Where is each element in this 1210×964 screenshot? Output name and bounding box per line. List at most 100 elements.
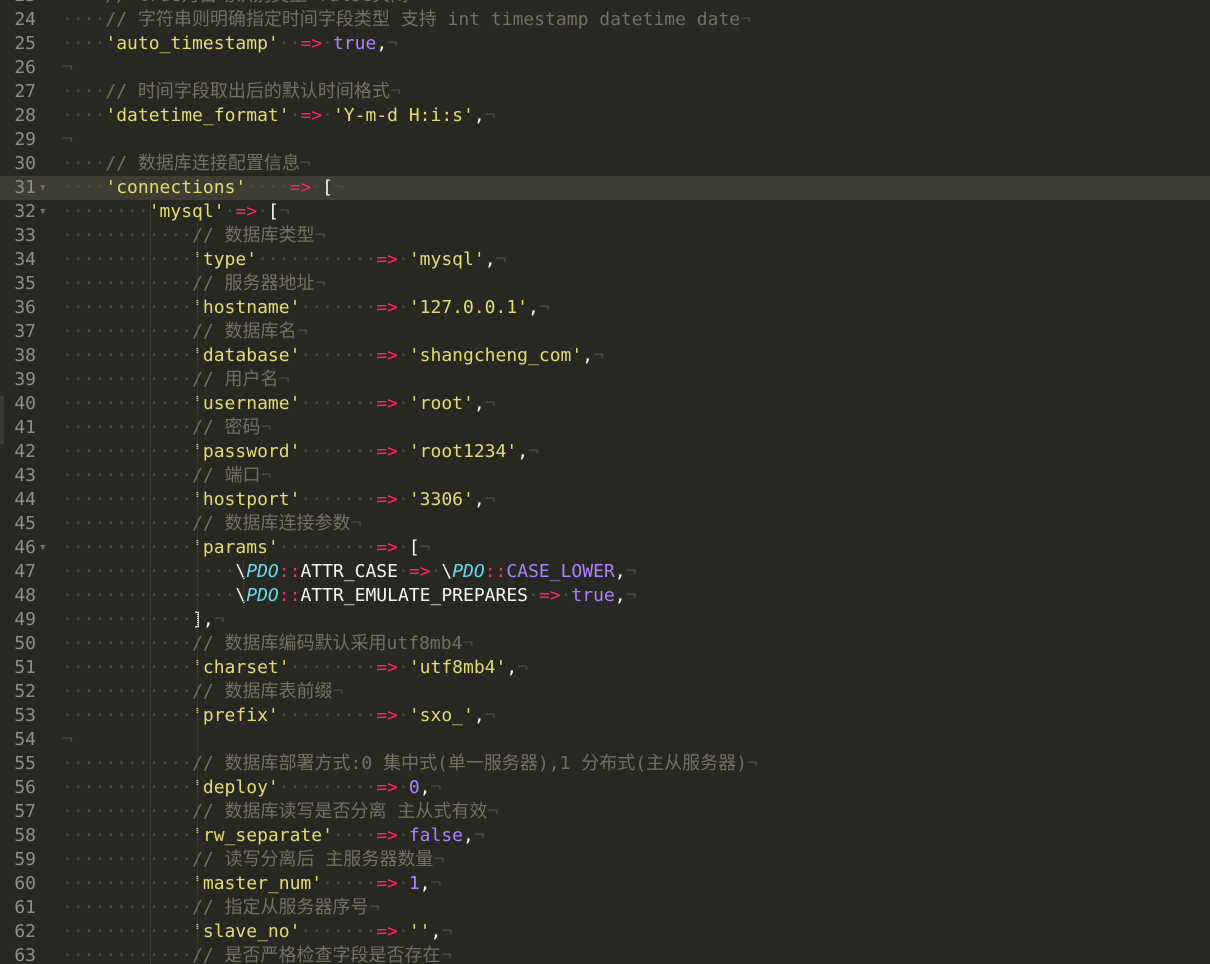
code-line[interactable]: 52 ············// 数据库表前缀¬ [0,680,1210,704]
newline-marker: ¬ [441,921,453,942]
code-line[interactable]: 53 ············'prefix'·········=>·'sxo_'… [0,704,1210,728]
code-line[interactable]: 31 ▼ ····'connections'····=>·[¬ [0,176,1210,200]
code-token: · [397,777,409,798]
code-token: // 时间字段取出后的默认时间格式 [105,81,390,102]
code-token: 0 [408,777,420,798]
code-line[interactable]: 50 ············// 数据库编码默认采用utf8mb4¬ [0,632,1210,656]
newline-marker: ¬ [299,153,311,174]
fold-arrow-icon[interactable]: ▼ [40,176,45,200]
newline-marker: ¬ [278,369,290,390]
code-line[interactable]: 23 ····// true为自动识别类型 false关闭¬ [0,0,1210,8]
code-line[interactable]: 25 ····'auto_timestamp'··=>·true,¬ [0,32,1210,56]
code-token: PDO [246,585,279,606]
line-number: 33 [14,225,36,246]
indent-whitespace: ············ [62,633,193,654]
code-token: · [322,33,333,54]
code-line[interactable]: 41 ············// 密码¬ [0,416,1210,440]
code-token: :: [278,585,301,606]
code-line[interactable]: 61 ············// 指定从服务器序号¬ [0,896,1210,920]
code-line[interactable]: 28 ····'datetime_format'·=>·'Y-m-d H:i:s'… [0,104,1210,128]
code-line[interactable]: 35 ············// 服务器地址¬ [0,272,1210,296]
code-line[interactable]: 49 ············],¬ [0,608,1210,632]
code-line[interactable]: 33 ············// 数据库类型¬ [0,224,1210,248]
code-token: · [560,585,572,606]
code-token: false [408,825,464,846]
code-text: ················\PDO::ATTR_EMULATE_PREPA… [62,584,636,608]
code-line[interactable]: 60 ············'master_num'·····=>·1,¬ [0,872,1210,896]
code-line[interactable]: 48 ················\PDO::ATTR_EMULATE_PRE… [0,584,1210,608]
code-line[interactable]: 47 ················\PDO::ATTR_CASE·=>·\PD… [0,560,1210,584]
code-line[interactable]: 37 ············// 数据库名¬ [0,320,1210,344]
code-line[interactable]: 55 ············// 数据库部署方式:0 集中式(单一服务器),1 … [0,752,1210,776]
code-line[interactable]: 34 ············'type'···········=>·'mysql… [0,248,1210,272]
code-line[interactable]: 30 ····// 数据库连接配置信息¬ [0,152,1210,176]
code-token: // 字符串则明确指定时间字段类型 支持 int timestamp datet… [105,9,741,30]
code-token: , [582,345,594,366]
newline-marker: ¬ [517,657,529,678]
code-line[interactable]: 56 ············'deploy'·········=>·0,¬ [0,776,1210,800]
code-token: , [419,873,431,894]
code-text: ············'username'·······=>·'root',¬ [62,392,496,416]
code-line[interactable]: 24 ····// 字符串则明确指定时间字段类型 支持 int timestamp… [0,8,1210,32]
code-text: ············// 数据库部署方式:0 集中式(单一服务器),1 分布… [62,752,758,776]
newline-marker: ¬ [389,81,401,102]
line-number: 41 [14,417,36,438]
code-line[interactable]: 62 ············'slave_no'·······=>·'',¬ [0,920,1210,944]
code-line[interactable]: 27 ····// 时间字段取出后的默认时间格式¬ [0,80,1210,104]
line-number: 45 [14,513,36,534]
code-line[interactable]: 43 ············// 端口¬ [0,464,1210,488]
newline-marker: ¬ [408,0,419,6]
indent-whitespace: ············ [62,657,193,678]
code-line[interactable]: 46 ▼ ············'params'·········=>·[¬ [0,536,1210,560]
newline-marker: ¬ [430,777,442,798]
code-token: => [376,537,398,558]
newline-marker: ¬ [484,489,496,510]
newline-marker: ¬ [462,633,474,654]
code-token: 'hostname' [192,297,301,318]
code-text: ················\PDO::ATTR_CASE·=>·\PDO:… [62,560,636,584]
newline-marker: ¬ [62,729,73,750]
code-token: => [300,33,323,54]
indent-whitespace: ············ [62,369,193,390]
code-text: ············'type'···········=>·'mysql',… [62,248,506,272]
code-line[interactable]: 29 ¬ [0,128,1210,152]
code-line[interactable]: 39 ············// 用户名¬ [0,368,1210,392]
code-token: 'utf8mb4' [408,657,507,678]
code-line[interactable]: 42 ············'password'·······=>·'root1… [0,440,1210,464]
code-text: ············'master_num'·····=>·1,¬ [62,872,441,896]
code-token: 'datetime_format' [105,105,290,126]
code-line[interactable]: 51 ············'charset'········=>·'utf8m… [0,656,1210,680]
code-line[interactable]: 26 ¬ [0,56,1210,80]
code-token: => [376,777,398,798]
fold-arrow-icon[interactable]: ▼ [40,536,45,560]
code-token: , [419,777,431,798]
code-token: · [397,441,409,462]
code-editor[interactable]: 23····// true为自动识别类型 false关闭¬24····// 字符… [0,0,1210,964]
code-token: // 密码 [192,417,261,438]
code-token: // 服务器地址 [192,273,315,294]
fold-arrow-icon[interactable]: ▼ [40,200,45,224]
code-token: => [538,585,561,606]
code-token: // true为自动识别类型 false关闭 [105,0,408,6]
code-token: , [376,33,388,54]
code-token: 'params' [192,537,279,558]
code-line[interactable]: 54 ¬ [0,728,1210,752]
indent-whitespace: ···· [62,33,106,54]
code-token: · [430,561,442,582]
code-text: ············// 指定从服务器序号¬ [62,896,379,920]
code-line[interactable]: 45 ············// 数据库连接参数¬ [0,512,1210,536]
code-line[interactable]: 32 ▼ ········'mysql'·=>·[¬ [0,200,1210,224]
code-token: [ [322,177,333,198]
line-number: 50 [14,633,36,654]
code-line[interactable]: 58 ············'rw_separate'····=>·false,… [0,824,1210,848]
code-line[interactable]: 36 ············'hostname'·······=>·'127.0… [0,296,1210,320]
code-line[interactable]: 40 ············'username'·······=>·'root'… [0,392,1210,416]
code-line[interactable]: 57 ············// 数据库读写是否分离 主从式有效¬ [0,800,1210,824]
code-line[interactable]: 59 ············// 读写分离后 主服务器数量¬ [0,848,1210,872]
code-token: 'username' [192,393,301,414]
line-number: 26 [14,57,36,78]
code-line[interactable]: 44 ············'hostport'·······=>·'3306'… [0,488,1210,512]
code-line[interactable]: 63 ············// 是否严格检查字段是否存在¬ [0,944,1210,964]
line-number: 28 [14,105,36,126]
code-line[interactable]: 38 ············'database'·······=>·'shang… [0,344,1210,368]
